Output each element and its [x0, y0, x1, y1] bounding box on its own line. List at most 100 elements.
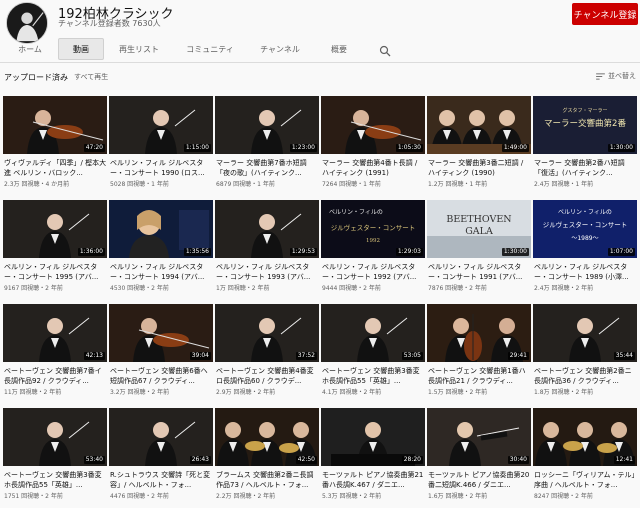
- video-title[interactable]: モーツァルト ピアノ協奏曲第20番二短調K.466 / ダニエ...: [428, 470, 531, 490]
- duration-badge: 53:40: [83, 456, 105, 464]
- video-grid: 47:20 ヴィヴァルディ「四季」/ 樫本大進 ベルリン・バロック... 2.3万 …: [0, 96, 640, 505]
- video-meta: 6879 回視聴・1 年前: [216, 181, 275, 188]
- video-card[interactable]: 1:49:00 マーラー 交響曲第3番二短調 / ハイティンク (1990) 1.2…: [427, 96, 531, 196]
- video-card[interactable]: BEETHOVEN GALA 1:30:00 ベルリン・フィル ジルベスター・コンサー…: [427, 200, 531, 300]
- video-card[interactable]: 12:41 ロッシーニ「ヴィリアム・テル」序曲 / ヘルベルト・フォ... 8247…: [533, 408, 637, 508]
- video-title[interactable]: ベルリン・フィル ジルベスター・コンサート 1989 (小澤...: [534, 262, 637, 282]
- video-title[interactable]: ベルリン・フィル ジルベスター・コンサート 1994 (アバ...: [110, 262, 213, 282]
- video-card[interactable]: 30:40 モーツァルト ピアノ協奏曲第20番二短調K.466 / ダニエ... 1…: [427, 408, 531, 508]
- duration-badge: 1:15:00: [183, 144, 211, 152]
- video-thumbnail[interactable]: 29:41: [427, 304, 531, 362]
- video-title[interactable]: ベルリン・フィル ジルベスター・コンサート 1990 (ロス...: [110, 158, 213, 178]
- video-thumbnail[interactable]: 39:04: [109, 304, 213, 362]
- video-card[interactable]: ベルリン・フィルの ジルヴェスター・コンサート 1992 1:29:03 ベルリン・フィ…: [321, 200, 425, 300]
- channel-header: 192柏林クラシック チャンネル登録者数 7630人 チャンネル登録: [0, 0, 640, 44]
- video-card[interactable]: 37:52 ベートーヴェン 交響曲第4番変ロ長調作品60 / クラウデ... 2.9…: [215, 304, 319, 404]
- video-thumbnail[interactable]: 37:52: [215, 304, 319, 362]
- video-title[interactable]: ベルリン・フィル ジルベスター・コンサート 1993 (アバ...: [216, 262, 319, 282]
- sort-button[interactable]: 並べ替え: [596, 71, 636, 81]
- video-thumbnail[interactable]: 1:36:00: [3, 200, 107, 258]
- tab-community[interactable]: コミュニティ: [184, 38, 236, 60]
- svg-text:ベルリン・フィルの: ベルリン・フィルの: [329, 209, 383, 216]
- video-title[interactable]: マーラー 交響曲第7番ホ短調「夜の歌」(ハイティンク...: [216, 158, 319, 178]
- video-thumbnail[interactable]: ベルリン・フィルの ジルヴェスター・コンサート 1992 1:29:03: [321, 200, 425, 258]
- video-meta: 1751 回視聴・2 年前: [4, 493, 63, 500]
- video-title[interactable]: ベートーヴェン 交響曲第7番イ長調作品92 / クラウディ...: [4, 366, 107, 386]
- video-thumbnail[interactable]: 35:44: [533, 304, 637, 362]
- video-title[interactable]: ベルリン・フィル ジルベスター・コンサート 1991 (アバ...: [428, 262, 531, 282]
- video-card[interactable]: 47:20 ヴィヴァルディ「四季」/ 樫本大進 ベルリン・バロック... 2.3万 …: [3, 96, 107, 196]
- video-title[interactable]: マーラー 交響曲第4番ト長調 / ハイティンク (1991): [322, 158, 425, 178]
- video-meta: 2.2万 回視聴・2 年前: [216, 493, 276, 500]
- duration-badge: 53:05: [401, 352, 423, 360]
- video-card[interactable]: 42:50 ブラームス 交響曲第2番ニ長調作品73 / ヘルベルト・フォ... 2.…: [215, 408, 319, 508]
- video-thumbnail[interactable]: 1:35:56: [109, 200, 213, 258]
- video-card[interactable]: 39:04 ベートーヴェン 交響曲第6番ヘ短調作品67 / クラウディ... 3.2…: [109, 304, 213, 404]
- video-thumbnail[interactable]: 53:40: [3, 408, 107, 466]
- video-thumbnail[interactable]: ベルリン・フィルの ジルヴェスター・コンサート 〜1989〜 1:07:00: [533, 200, 637, 258]
- video-title[interactable]: ベートーヴェン 交響曲第6番ヘ短調作品67 / クラウディ...: [110, 366, 213, 386]
- video-title[interactable]: ベートーヴェン 交響曲第3番変ホ長調作品55「英雄」...: [4, 470, 107, 490]
- video-meta: 2.4万 回視聴・1 年前: [534, 181, 594, 188]
- video-card[interactable]: 28:20 モーツァルト ピアノ協奏曲第21番ハ長調K.467 / ダニエ... 5…: [321, 408, 425, 508]
- video-card[interactable]: 1:05:30 マーラー 交響曲第4番ト長調 / ハイティンク (1991) 726…: [321, 96, 425, 196]
- video-card[interactable]: ベルリン・フィルの ジルヴェスター・コンサート 〜1989〜 1:07:00 ベルリン・…: [533, 200, 637, 300]
- video-card[interactable]: 29:41 ベートーヴェン 交響曲第1番ハ長調作品21 / クラウディ... 1.5…: [427, 304, 531, 404]
- video-card[interactable]: 26:43 R.シュトラウス 交響詩「死と変容」/ ヘルベルト・フォ... 4476…: [109, 408, 213, 508]
- video-thumbnail[interactable]: 1:29:53: [215, 200, 319, 258]
- video-title[interactable]: ベートーヴェン 交響曲第3番変ホ長調作品55「英雄」...: [322, 366, 425, 386]
- video-meta: 5.3万 回視聴・2 年前: [322, 493, 382, 500]
- video-title[interactable]: ベルリン・フィル ジルベスター・コンサート 1995 (アバ...: [4, 262, 107, 282]
- svg-text:ジルヴェスター・コンサート: ジルヴェスター・コンサート: [543, 220, 628, 229]
- video-thumbnail[interactable]: 26:43: [109, 408, 213, 466]
- video-title[interactable]: ベートーヴェン 交響曲第1番ハ長調作品21 / クラウディ...: [428, 366, 531, 386]
- svg-text:マーラー交響曲第2番: マーラー交響曲第2番: [544, 118, 626, 129]
- video-title[interactable]: ブラームス 交響曲第2番ニ長調作品73 / ヘルベルト・フォ...: [216, 470, 319, 490]
- tab-home[interactable]: ホーム: [10, 38, 50, 60]
- video-thumbnail[interactable]: 42:13: [3, 304, 107, 362]
- video-meta: 4530 回視聴・2 年前: [110, 285, 169, 292]
- play-all-link[interactable]: すべて再生: [74, 72, 108, 82]
- video-card[interactable]: 1:35:56 ベルリン・フィル ジルベスター・コンサート 1994 (アバ...…: [109, 200, 213, 300]
- tab-playlists[interactable]: 再生リスト: [114, 38, 164, 60]
- video-card[interactable]: 42:13 ベートーヴェン 交響曲第7番イ長調作品92 / クラウディ... 11万…: [3, 304, 107, 404]
- video-thumbnail[interactable]: 53:05: [321, 304, 425, 362]
- video-title[interactable]: ベートーヴェン 交響曲第2番ニ長調作品36 / クラウディ...: [534, 366, 637, 386]
- video-thumbnail[interactable]: 1:49:00: [427, 96, 531, 154]
- video-thumbnail[interactable]: 42:50: [215, 408, 319, 466]
- video-thumbnail[interactable]: 12:41: [533, 408, 637, 466]
- subscribe-button[interactable]: チャンネル登録: [572, 3, 638, 25]
- video-thumbnail[interactable]: 1:23:00: [215, 96, 319, 154]
- tab-videos[interactable]: 動画: [58, 38, 104, 60]
- video-thumbnail[interactable]: 1:15:00: [109, 96, 213, 154]
- video-card[interactable]: 1:15:00 ベルリン・フィル ジルベスター・コンサート 1990 (ロス...…: [109, 96, 213, 196]
- video-thumbnail[interactable]: 47:20: [3, 96, 107, 154]
- video-title[interactable]: マーラー 交響曲第3番二短調 / ハイティンク (1990): [428, 158, 531, 178]
- video-card[interactable]: 1:29:53 ベルリン・フィル ジルベスター・コンサート 1993 (アバ...…: [215, 200, 319, 300]
- video-title[interactable]: ヴィヴァルディ「四季」/ 樫本大進 ベルリン・バロック...: [4, 158, 107, 178]
- video-card[interactable]: 1:36:00 ベルリン・フィル ジルベスター・コンサート 1995 (アバ...…: [3, 200, 107, 300]
- video-card[interactable]: グスタフ・マーラー マーラー交響曲第2番 1:30:00 マーラー 交響曲第2番ハ短調…: [533, 96, 637, 196]
- video-card[interactable]: 35:44 ベートーヴェン 交響曲第2番ニ長調作品36 / クラウディ... 1.8…: [533, 304, 637, 404]
- duration-badge: 1:23:00: [289, 144, 317, 152]
- video-thumbnail[interactable]: 1:05:30: [321, 96, 425, 154]
- svg-text:GALA: GALA: [465, 226, 493, 237]
- video-meta: 1.8万 回視聴・2 年前: [534, 389, 594, 396]
- video-thumbnail[interactable]: BEETHOVEN GALA 1:30:00: [427, 200, 531, 258]
- video-thumbnail[interactable]: 28:20: [321, 408, 425, 466]
- video-title[interactable]: ベートーヴェン 交響曲第4番変ロ長調作品60 / クラウデ...: [216, 366, 319, 386]
- video-card[interactable]: 1:23:00 マーラー 交響曲第7番ホ短調「夜の歌」(ハイティンク... 6879…: [215, 96, 319, 196]
- sort-label: 並べ替え: [608, 72, 636, 80]
- video-title[interactable]: R.シュトラウス 交響詩「死と変容」/ ヘルベルト・フォ...: [110, 470, 213, 490]
- tab-about[interactable]: 概要: [324, 38, 354, 60]
- video-title[interactable]: ベルリン・フィル ジルベスター・コンサート 1992 (アバ...: [322, 262, 425, 282]
- video-title[interactable]: モーツァルト ピアノ協奏曲第21番ハ長調K.467 / ダニエ...: [322, 470, 425, 490]
- video-thumbnail[interactable]: グスタフ・マーラー マーラー交響曲第2番 1:30:00: [533, 96, 637, 154]
- search-icon[interactable]: [379, 42, 391, 57]
- video-card[interactable]: 53:40 ベートーヴェン 交響曲第3番変ホ長調作品55「英雄」... 1751 回…: [3, 408, 107, 508]
- video-title[interactable]: ロッシーニ「ヴィリアム・テル」序曲 / ヘルベルト・フォ...: [534, 470, 637, 490]
- video-card[interactable]: 53:05 ベートーヴェン 交響曲第3番変ホ長調作品55「英雄」... 4.1万 回…: [321, 304, 425, 404]
- tab-channels[interactable]: チャンネル: [258, 38, 302, 60]
- video-thumbnail[interactable]: 30:40: [427, 408, 531, 466]
- video-title[interactable]: マーラー 交響曲第2番ハ短調「復活」(ハイティンク...: [534, 158, 637, 178]
